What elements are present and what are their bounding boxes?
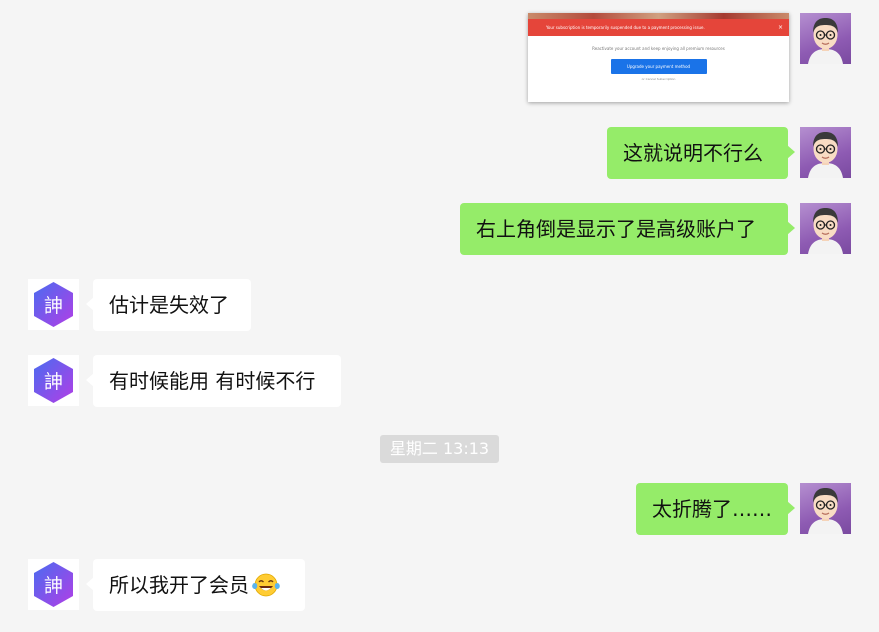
contact-avatar[interactable]: 訷 [28,279,79,330]
my-avatar[interactable] [800,203,851,254]
logo-glyph: 訷 [44,371,63,393]
contact-avatar[interactable]: 訷 [28,355,79,406]
cancel-subscription-link: or Cancel Subscription [641,77,676,81]
my-avatar[interactable] [800,483,851,534]
cartoon-man-icon [808,18,843,64]
message-text: 右上角倒是显示了是高级账户了 [476,217,756,241]
my-avatar[interactable] [800,13,851,64]
contact-message-bubble[interactable]: 估计是失效了 [86,279,251,331]
my-message-bubble[interactable]: 太折腾了…… [636,483,795,535]
reactivate-description: Reactivate your account and keep enjoyin… [592,46,725,51]
cartoon-man-icon [808,132,843,178]
message-text: 估计是失效了 [109,293,229,317]
hexagon-logo-icon: 訷 [34,358,73,403]
contact-message-bubble[interactable]: 所以我开了会员 [86,559,305,611]
upgrade-payment-button: Upgrade your payment method [610,59,707,74]
contact-avatar[interactable]: 訷 [28,559,79,610]
chat-timestamp: 星期二 13:13 [380,435,499,463]
message-text: 这就说明不行么 [623,141,763,165]
tears-of-joy-emoji-icon [252,573,280,597]
hexagon-logo-icon: 訷 [34,282,73,327]
message-text: 有时候能用 有时候不行 [109,369,316,393]
close-icon: × [777,24,783,31]
cartoon-man-icon [808,488,843,534]
my-message-bubble[interactable]: 这就说明不行么 [607,127,795,179]
message-text: 所以我开了会员 [109,573,249,597]
suspended-alert-banner: Your subscription is temporarily suspend… [528,19,789,36]
logo-glyph: 訷 [44,295,63,317]
cartoon-man-icon [808,208,843,254]
my-message-bubble[interactable]: 右上角倒是显示了是高级账户了 [460,203,795,255]
logo-glyph: 訷 [44,575,63,597]
contact-message-bubble[interactable]: 有时候能用 有时候不行 [86,355,341,407]
my-avatar[interactable] [800,127,851,178]
message-text: 太折腾了…… [652,497,772,521]
hexagon-logo-icon: 訷 [34,562,73,607]
shared-screenshot-message[interactable]: Your subscription is temporarily suspend… [528,13,789,102]
alert-text: Your subscription is temporarily suspend… [546,25,705,30]
